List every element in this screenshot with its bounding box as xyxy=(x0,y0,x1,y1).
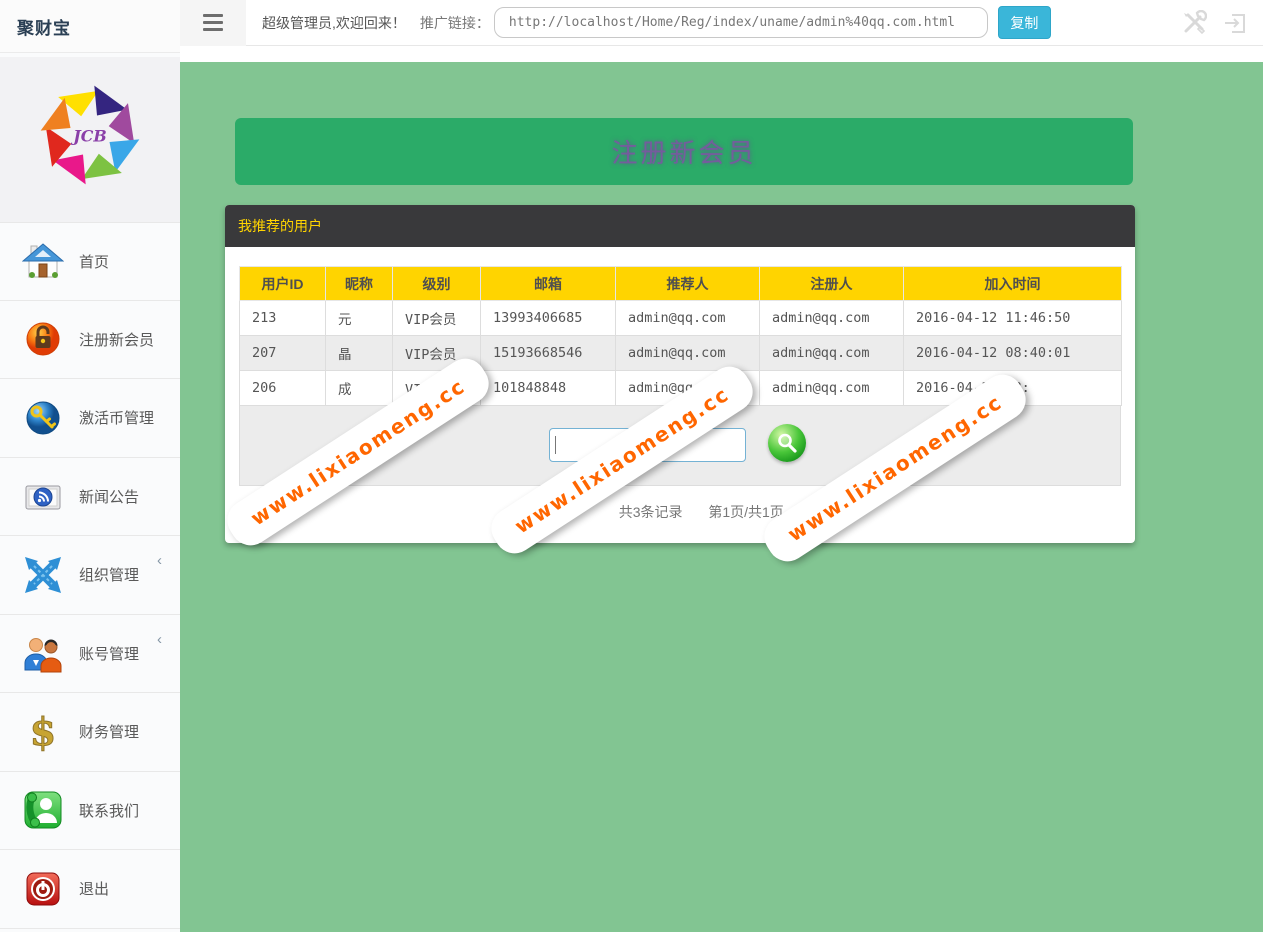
col-level: 级别 xyxy=(393,267,481,301)
pagination: · 共3条记录 第1页/共1页 xyxy=(239,502,1121,522)
sidebar-menu: 首页 注册新会员 激活币管理 xyxy=(0,222,180,932)
cell-user-id: 213 xyxy=(240,301,326,336)
sidebar-item-coin[interactable]: 激活币管理 xyxy=(0,379,180,458)
sidebar-item-label: 联系我们 xyxy=(79,800,139,821)
panel-title: 我推荐的用户 xyxy=(225,205,1135,247)
sidebar-item-finance[interactable]: $ 财务管理 xyxy=(0,693,180,772)
search-button[interactable] xyxy=(768,424,806,462)
text-cursor xyxy=(555,436,556,454)
lock-icon xyxy=(22,318,64,360)
table-header-row: 用户ID 昵称 级别 邮箱 推荐人 注册人 加入时间 xyxy=(240,267,1122,301)
main-content: 注册新会员 我推荐的用户 用户ID 昵称 级别 邮箱 xyxy=(180,62,1263,932)
cell-user-id: 207 xyxy=(240,336,326,371)
sidebar-item-label: 新闻公告 xyxy=(79,486,139,507)
cell-join-time: 2016-04-12 08:40:01 xyxy=(904,336,1122,371)
sidebar-item-label: 账号管理 xyxy=(79,643,139,664)
sidebar: 聚财宝 JCB xyxy=(0,0,180,932)
users-icon xyxy=(22,632,64,674)
power-icon xyxy=(22,868,64,910)
jcb-pinwheel-logo: JCB xyxy=(32,75,148,195)
sidebar-item-label: 组织管理 xyxy=(79,564,139,585)
page-title: 注册新会员 xyxy=(611,133,756,170)
cell-nickname: 晶 xyxy=(326,336,393,371)
col-email: 邮箱 xyxy=(481,267,616,301)
col-registrant: 注册人 xyxy=(760,267,904,301)
col-join-time: 加入时间 xyxy=(904,267,1122,301)
org-arrows-icon xyxy=(22,554,64,596)
chevron-left-icon[interactable]: ‹ xyxy=(157,631,162,648)
sidebar-item-label: 注册新会员 xyxy=(79,329,154,350)
welcome-text: 超级管理员,欢迎回来！ xyxy=(262,13,406,33)
sidebar-item-label: 财务管理 xyxy=(79,721,139,742)
news-icon xyxy=(22,475,64,517)
sidebar-item-contact[interactable]: 联系我们 xyxy=(0,772,180,851)
app-window: 聚财宝 JCB xyxy=(0,0,1263,932)
sidebar-item-org[interactable]: 组织管理 ‹ xyxy=(0,536,180,615)
home-icon xyxy=(22,240,64,282)
key-icon xyxy=(22,397,64,439)
svg-text:$: $ xyxy=(30,711,56,753)
cell-nickname: 成 xyxy=(326,371,393,406)
content-top-strip xyxy=(180,47,1263,62)
cell-email: 101848848 xyxy=(481,371,616,406)
sidebar-item-home[interactable]: 首页 xyxy=(0,222,180,301)
col-nickname: 昵称 xyxy=(326,267,393,301)
tools-icon[interactable] xyxy=(1181,10,1207,36)
logo-block: JCB xyxy=(0,57,180,222)
cell-registrant: admin@qq.com xyxy=(760,336,904,371)
menu-toggle-button[interactable] xyxy=(180,0,246,46)
sidebar-item-news[interactable]: 新闻公告 xyxy=(0,458,180,537)
copy-button[interactable]: 复制 xyxy=(998,6,1051,39)
sidebar-item-label: 激活币管理 xyxy=(79,407,154,428)
sidebar-item-logout[interactable]: 退出 xyxy=(0,850,180,929)
cell-join-time: 2016-04-12 11:46:50 xyxy=(904,301,1122,336)
sidebar-item-account[interactable]: 账号管理 ‹ xyxy=(0,615,180,694)
records-summary: 共3条记录 xyxy=(619,504,683,520)
cell-referrer: admin@qq.com xyxy=(616,336,760,371)
cell-user-id: 206 xyxy=(240,371,326,406)
table-row: 213 元 VIP会员 13993406685 admin@qq.com adm… xyxy=(240,301,1122,336)
col-referrer: 推荐人 xyxy=(616,267,760,301)
promo-link-label: 推广链接： xyxy=(420,13,490,33)
dollar-icon: $ xyxy=(22,711,64,753)
app-title: 聚财宝 xyxy=(17,14,71,39)
magnifier-icon xyxy=(775,431,799,455)
cell-registrant: admin@qq.com xyxy=(760,301,904,336)
logout-exit-icon[interactable] xyxy=(1223,11,1247,35)
topbar: 超级管理员,欢迎回来！ 推广链接： 复制 xyxy=(180,0,1263,46)
cell-registrant: admin@qq.com xyxy=(760,371,904,406)
cell-email: 13993406685 xyxy=(481,301,616,336)
page-banner: 注册新会员 xyxy=(235,118,1133,185)
chevron-left-icon[interactable]: ‹ xyxy=(157,552,162,569)
promo-url-input[interactable] xyxy=(494,7,988,38)
col-user-id: 用户ID xyxy=(240,267,326,301)
cell-nickname: 元 xyxy=(326,301,393,336)
sidebar-item-label: 首页 xyxy=(79,251,109,272)
brand-header: 聚财宝 xyxy=(0,0,180,53)
contact-phone-icon xyxy=(22,789,64,831)
cell-email: 15193668546 xyxy=(481,336,616,371)
sidebar-item-register[interactable]: 注册新会员 xyxy=(0,301,180,380)
table-row: 207 晶 VIP会员 15193668546 admin@qq.com adm… xyxy=(240,336,1122,371)
page-summary: 第1页/共1页 xyxy=(708,504,783,520)
svg-text:JCB: JCB xyxy=(70,126,106,145)
sidebar-item-label: 退出 xyxy=(79,878,109,899)
cell-level: VIP会员 xyxy=(393,301,481,336)
topbar-icons xyxy=(1181,0,1247,46)
cell-referrer: admin@qq.com xyxy=(616,301,760,336)
